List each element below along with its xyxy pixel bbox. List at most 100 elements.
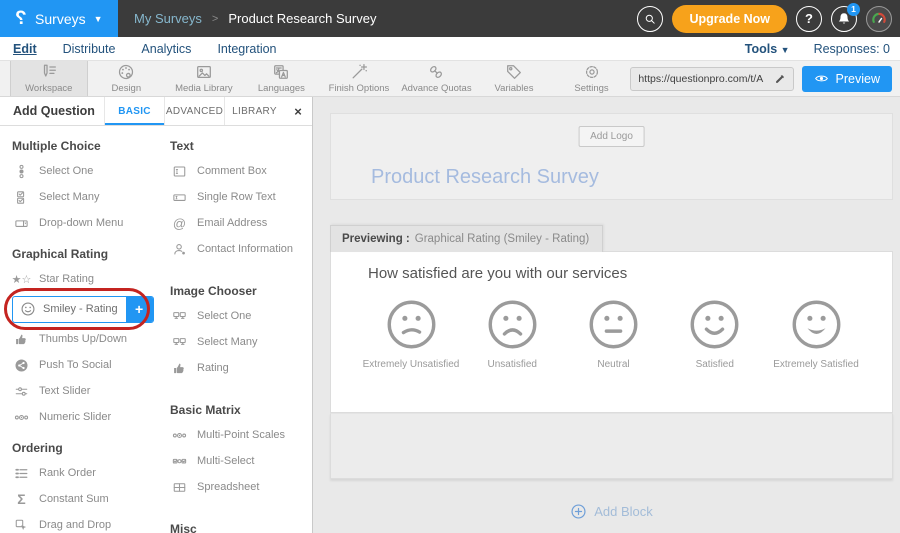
survey-url-value: https://questionpro.com/t/A <box>638 73 768 85</box>
qtype-image-select-one[interactable]: Select One <box>170 303 312 329</box>
breadcrumb-current-survey: Product Research Survey <box>228 11 376 26</box>
qtype-text-slider[interactable]: Text Slider <box>12 378 164 404</box>
toolbar-settings[interactable]: Settings <box>553 61 631 96</box>
toolbar-label: Advance Quotas <box>401 83 471 94</box>
tab-analytics[interactable]: Analytics <box>141 42 191 56</box>
spreadsheet-grid-icon <box>172 480 187 495</box>
qtype-image-rating[interactable]: Rating <box>170 355 312 381</box>
qtype-rank-order[interactable]: Rank Order <box>12 460 164 486</box>
qtype-label: Push To Social <box>39 359 112 371</box>
add-smiley-rating-button[interactable]: + <box>126 297 153 322</box>
at-sign-icon: @ <box>170 216 189 231</box>
qtype-label: Numeric Slider <box>39 411 111 423</box>
image-icon <box>195 63 213 81</box>
qtype-contact-information[interactable]: Contact Information <box>170 236 312 262</box>
slider-icon <box>14 384 29 399</box>
checkbox-stack-icon <box>14 190 29 205</box>
preview-button[interactable]: Preview <box>802 66 892 92</box>
tab-distribute[interactable]: Distribute <box>63 42 116 56</box>
plus-circle-icon <box>570 503 587 520</box>
nav-right: Tools ▼ Responses: 0 <box>745 42 890 56</box>
qtype-label: Comment Box <box>197 165 267 177</box>
smiley-option-unsatisfied[interactable]: Unsatisfied <box>462 298 562 370</box>
tab-edit[interactable]: Edit <box>13 42 37 56</box>
qtype-spreadsheet[interactable]: Spreadsheet <box>170 474 312 500</box>
qtype-select-one[interactable]: Select One <box>12 158 164 184</box>
qtype-label: Spreadsheet <box>197 481 259 493</box>
toolbar-languages[interactable]: Languages <box>243 61 321 96</box>
qtype-comment-box[interactable]: Comment Box <box>170 158 312 184</box>
search-icon <box>643 12 657 26</box>
previewing-tab[interactable]: Previewing : Graphical Rating (Smiley - … <box>330 225 603 252</box>
add-block-button[interactable]: Add Block <box>330 503 893 520</box>
question-text[interactable]: How satisfied are you with our services <box>331 252 892 282</box>
previewing-label: Previewing : <box>342 233 410 245</box>
toolbar-design[interactable]: Design <box>88 61 166 96</box>
toolbar-finish-options[interactable]: Finish Options <box>320 61 398 96</box>
previewing-value: Graphical Rating (Smiley - Rating) <box>415 233 589 245</box>
survey-url-field[interactable]: https://questionpro.com/t/A <box>630 67 793 91</box>
dual-monitor-icon <box>172 309 187 324</box>
toolbar-media-library[interactable]: Media Library <box>165 61 243 96</box>
qtype-star-rating[interactable]: ★☆ Star Rating <box>12 266 164 292</box>
surveys-menu[interactable]: ? Surveys ▼ <box>0 0 118 37</box>
smiley-option-satisfied[interactable]: Satisfied <box>665 298 765 370</box>
close-panel-button[interactable]: × <box>284 97 312 125</box>
frown-face-icon <box>486 298 539 351</box>
comment-box-icon <box>172 164 187 179</box>
toolbar-label: Settings <box>574 83 608 94</box>
qtype-email-address[interactable]: @ Email Address <box>170 210 312 236</box>
breadcrumb: My Surveys > Product Research Survey <box>134 11 376 26</box>
toolbar-label: Languages <box>258 83 305 94</box>
magic-wand-icon <box>350 63 368 81</box>
qtype-thumbs-up-down[interactable]: Thumbs Up/Down <box>12 326 164 352</box>
qtype-constant-sum[interactable]: Σ Constant Sum <box>12 486 164 512</box>
top-header: ? Surveys ▼ My Surveys > Product Researc… <box>0 0 900 37</box>
add-question-header: Add Question BASIC ADVANCED LIBRARY × <box>0 97 312 126</box>
help-button[interactable]: ? <box>796 6 822 32</box>
search-button[interactable] <box>637 6 663 32</box>
section-text: Text <box>170 139 312 153</box>
pencil-icon[interactable] <box>774 73 786 85</box>
breadcrumb-my-surveys[interactable]: My Surveys <box>134 11 202 26</box>
tab-integration[interactable]: Integration <box>217 42 276 56</box>
breadcrumb-separator: > <box>212 13 218 25</box>
questionpro-logo-icon: ? <box>15 8 27 30</box>
qtype-dropdown-menu[interactable]: Drop-down Menu <box>12 210 164 236</box>
add-question-title: Add Question <box>0 97 104 125</box>
chain-links-icon <box>427 63 445 81</box>
upgrade-now-button[interactable]: Upgrade Now <box>672 5 787 33</box>
neutral-face-icon <box>587 298 640 351</box>
toolbar-workspace[interactable]: Workspace <box>10 61 88 96</box>
smiley-option-neutral[interactable]: Neutral <box>564 298 664 370</box>
tab-library[interactable]: LIBRARY <box>224 97 284 125</box>
toolbar-advance-quotas[interactable]: Advance Quotas <box>398 61 476 96</box>
qtype-multi-point-scales[interactable]: Multi-Point Scales <box>170 422 312 448</box>
multi-point-icon <box>172 428 187 443</box>
qtype-push-to-social[interactable]: Push To Social <box>12 352 164 378</box>
notifications-button[interactable]: 1 <box>831 6 857 32</box>
qtype-numeric-slider[interactable]: Numeric Slider <box>12 404 164 430</box>
tools-menu[interactable]: Tools ▼ <box>745 42 790 56</box>
responses-count: Responses: 0 <box>814 42 890 56</box>
survey-title[interactable]: Product Research Survey <box>371 166 599 189</box>
smiley-option-extremely-unsatisfied[interactable]: Extremely Unsatisfied <box>361 298 461 370</box>
tab-advanced[interactable]: ADVANCED <box>164 97 224 125</box>
smiley-option-extremely-satisfied[interactable]: Extremely Satisfied <box>766 298 866 370</box>
qtype-single-row-text[interactable]: Single Row Text <box>170 184 312 210</box>
qtype-label: Select One <box>197 310 251 322</box>
qtype-drag-and-drop[interactable]: Drag and Drop <box>12 512 164 533</box>
qtype-select-many[interactable]: Select Many <box>12 184 164 210</box>
star-rating-icon: ★☆ <box>12 273 31 286</box>
toolbar-variables[interactable]: Variables <box>475 61 553 96</box>
add-logo-button[interactable]: Add Logo <box>578 126 645 147</box>
tab-basic[interactable]: BASIC <box>104 97 164 125</box>
user-avatar[interactable] <box>866 6 892 32</box>
qtype-multi-select[interactable]: Multi-Select <box>170 448 312 474</box>
qtype-label: Drag and Drop <box>39 519 111 531</box>
qtype-smiley-rating[interactable]: Smiley - Rating + <box>12 296 154 323</box>
editor-toolbar: Workspace Design Media Library Languages… <box>0 61 900 97</box>
section-misc: Misc <box>170 522 312 533</box>
section-multiple-choice: Multiple Choice <box>12 139 164 153</box>
qtype-image-select-many[interactable]: Select Many <box>170 329 312 355</box>
